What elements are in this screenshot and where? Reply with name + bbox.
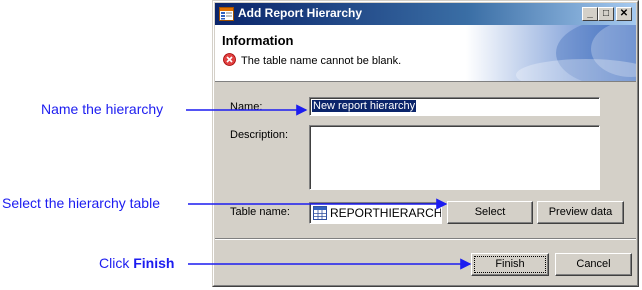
- info-banner: Information The table name cannot be bla…: [215, 25, 636, 82]
- finish-button[interactable]: Finish: [471, 253, 549, 276]
- callout-click-finish: Click Finish: [99, 255, 174, 271]
- callout-name-hierarchy: Name the hierarchy: [41, 101, 164, 117]
- table-name-value: REPORTHIERARCHY: [330, 206, 442, 220]
- table-name-field[interactable]: REPORTHIERARCHY: [309, 202, 442, 224]
- minimize-button[interactable]: _: [582, 7, 598, 21]
- close-button[interactable]: ✕: [616, 7, 632, 21]
- table-icon: [313, 206, 327, 220]
- description-textarea[interactable]: [309, 125, 600, 190]
- name-input-value: New report hierarchy: [312, 100, 417, 112]
- callout-select-table: Select the hierarchy table: [2, 195, 160, 211]
- preview-data-button[interactable]: Preview data: [537, 201, 624, 224]
- callout-finish-bold: Finish: [133, 255, 175, 271]
- title-bar[interactable]: Add Report Hierarchy _ □ ✕: [215, 3, 636, 25]
- cancel-button[interactable]: Cancel: [555, 253, 632, 276]
- info-heading: Information: [222, 33, 294, 48]
- dialog-title: Add Report Hierarchy: [238, 6, 363, 20]
- name-input[interactable]: New report hierarchy: [309, 97, 600, 116]
- error-icon: [223, 53, 236, 66]
- maximize-button[interactable]: □: [598, 7, 614, 21]
- error-message: The table name cannot be blank.: [241, 55, 402, 67]
- callout-finish-prefix: Click: [99, 255, 134, 271]
- name-label: Name:: [230, 101, 263, 113]
- add-report-hierarchy-dialog: Add Report Hierarchy _ □ ✕ Information T…: [212, 0, 639, 287]
- banner-decoration: [466, 25, 636, 81]
- select-button[interactable]: Select: [447, 201, 533, 224]
- table-name-label: Table name:: [230, 206, 290, 218]
- footer-separator: [215, 238, 636, 240]
- app-icon: [219, 7, 234, 21]
- description-label: Description:: [230, 129, 289, 141]
